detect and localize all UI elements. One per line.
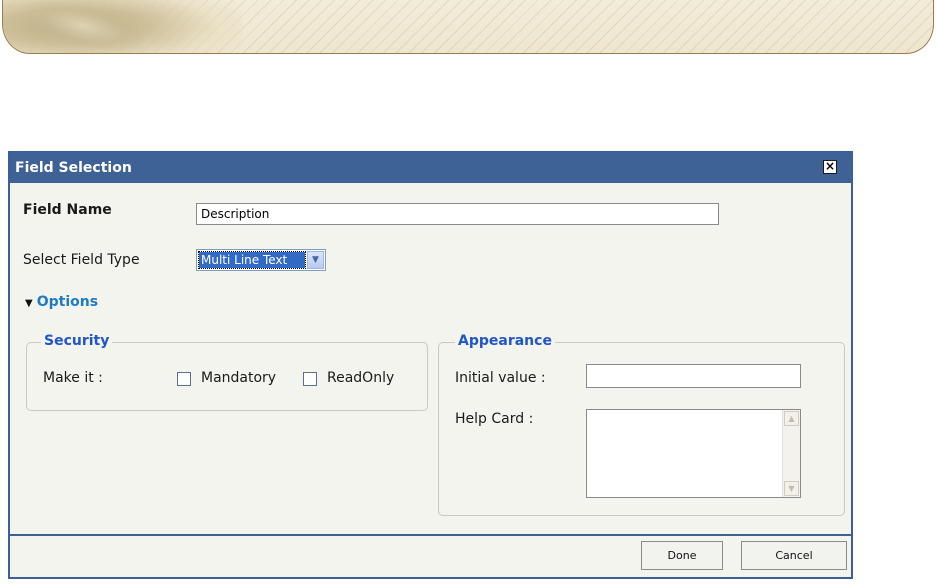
options-label: Options: [36, 294, 99, 310]
field-name-label: Field Name: [23, 202, 112, 218]
done-button[interactable]: Done: [641, 541, 723, 570]
scroll-up-icon[interactable]: ▲: [784, 411, 799, 426]
readonly-checkbox[interactable]: [303, 372, 317, 386]
field-type-label: Select Field Type: [23, 252, 140, 268]
dialog-title: Field Selection: [15, 160, 132, 176]
scroll-down-icon[interactable]: ▼: [784, 481, 799, 496]
options-toggle[interactable]: ▼ Options: [25, 294, 98, 310]
help-card-textarea[interactable]: ▲ ▼: [586, 409, 801, 498]
initial-value-label: Initial value :: [455, 370, 546, 386]
header-banner: [2, 0, 934, 54]
field-type-selected-value: Multi Line Text: [198, 251, 306, 269]
close-icon[interactable]: ×: [823, 160, 837, 174]
help-card-label: Help Card :: [455, 411, 534, 427]
chevron-down-icon[interactable]: ▼: [307, 251, 324, 269]
security-fieldset: Security Make it : Mandatory ReadOnly: [26, 333, 428, 411]
triangle-down-icon: ▼: [25, 298, 33, 309]
make-it-label: Make it :: [43, 370, 103, 386]
dialog-titlebar: Field Selection ×: [10, 153, 851, 183]
field-name-input[interactable]: [196, 203, 719, 225]
security-legend: Security: [41, 333, 113, 349]
mandatory-checkbox[interactable]: [177, 372, 191, 386]
field-type-select[interactable]: Multi Line Text ▼: [196, 249, 326, 271]
footer-separator: [10, 534, 851, 536]
initial-value-input[interactable]: [586, 364, 801, 388]
mandatory-label: Mandatory: [201, 370, 277, 386]
readonly-label: ReadOnly: [327, 370, 395, 386]
help-card-scrollbar[interactable]: ▲ ▼: [782, 410, 800, 497]
cancel-button[interactable]: Cancel: [741, 541, 847, 570]
appearance-fieldset: Appearance Initial value : Help Card : ▲…: [438, 333, 845, 516]
appearance-legend: Appearance: [455, 333, 555, 349]
field-selection-dialog: Field Selection × Field Name Select Fiel…: [8, 151, 853, 579]
